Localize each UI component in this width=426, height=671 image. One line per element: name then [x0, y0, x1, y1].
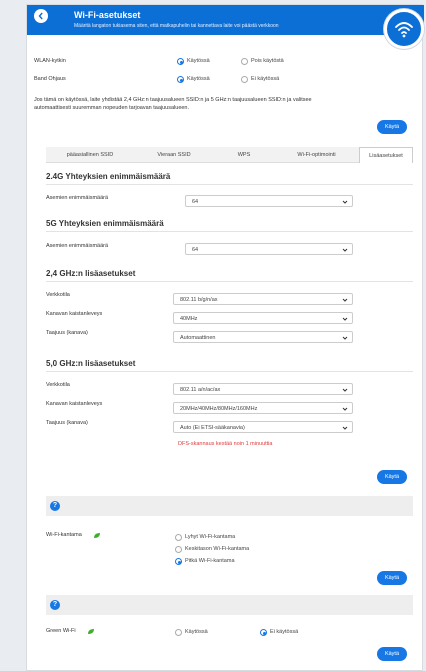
- band-on-label: Käytössä: [187, 76, 210, 82]
- band-on-radio[interactable]: [177, 76, 184, 83]
- settings-page: Wi-Fi-asetukset Määritä langaton tukiase…: [26, 4, 424, 671]
- wlan-off-label: Pois käytöstä: [251, 58, 284, 64]
- band-off-label: Ei käytössä: [251, 76, 280, 82]
- green-wifi-label: Green Wi-Fi: [46, 628, 76, 634]
- wlan-on-label: Käytössä: [187, 58, 210, 64]
- page-subtitle: Määritä langaton tukiasema siten, että m…: [74, 23, 279, 29]
- wlan-off-radio[interactable]: [241, 58, 248, 65]
- page-title: Wi-Fi-asetukset: [74, 10, 141, 20]
- tab-wifi-optimization[interactable]: Wi-Fi-optimointi: [274, 147, 359, 163]
- apply-button-range[interactable]: Käytä: [377, 571, 407, 585]
- adv-24-bw-select[interactable]: 40MHz: [173, 312, 353, 324]
- chevron-down-icon: [342, 200, 348, 204]
- wifi-icon: [384, 9, 424, 49]
- adv-5-bw-value: 20MHz/40MHz/80MHz/160MHz: [180, 406, 258, 412]
- green-wifi-bar: ?: [46, 595, 413, 615]
- adv-5-channel-label: Taajuus (kanava): [46, 420, 88, 426]
- wifi-range-long-radio[interactable]: [175, 558, 182, 565]
- adv-24-channel-select[interactable]: Automaattinen: [173, 331, 353, 343]
- adv-24-channel-value: Automaattinen: [180, 335, 216, 341]
- max-24-label: Asemien enimmäismäärä: [46, 195, 109, 201]
- wifi-range-medium-radio[interactable]: [175, 546, 182, 553]
- wlan-on-radio[interactable]: [177, 58, 184, 65]
- chevron-down-icon: [342, 317, 348, 321]
- chevron-left-icon: [38, 12, 43, 20]
- max-24-select[interactable]: 64: [185, 195, 353, 207]
- adv-5-channel-select[interactable]: Auto (Ei ETSI-sääkanavia): [173, 421, 353, 433]
- wlan-switch-label: WLAN-kytkin: [34, 58, 66, 64]
- chevron-down-icon: [342, 426, 348, 430]
- tab-guest-ssid[interactable]: Vieraan SSID: [134, 147, 214, 163]
- chevron-down-icon: [342, 336, 348, 340]
- divider: [46, 371, 413, 372]
- back-button[interactable]: [34, 9, 48, 23]
- max-24-value: 64: [192, 199, 199, 205]
- green-wifi-off-label: Ei käytössä: [270, 629, 299, 635]
- apply-button-advanced[interactable]: Käytä: [377, 470, 407, 484]
- help-icon[interactable]: ?: [50, 501, 60, 511]
- adv-24-mode-select[interactable]: 802.11 b/g/n/ax: [173, 293, 353, 305]
- adv-24-channel-label: Taajuus (kanava): [46, 330, 88, 336]
- wifi-range-long-label: Pitkä Wi-Fi-kantama: [185, 558, 235, 564]
- wifi-range-label: Wi-Fi-kantama: [46, 532, 82, 538]
- green-wifi-on-radio[interactable]: [175, 629, 182, 636]
- band-description-line-1: Jos tämä on käytössä, laite yhdistää 2,4…: [34, 97, 312, 103]
- adv-24-mode-value: 802.11 b/g/n/ax: [180, 297, 218, 303]
- adv-5-bw-select[interactable]: 20MHz/40MHz/80MHz/160MHz: [173, 402, 353, 414]
- adv-24-bw-label: Kanavan kaistanleveys: [46, 311, 103, 317]
- tab-wps[interactable]: WPS: [214, 147, 274, 163]
- leaf-icon: [94, 533, 100, 538]
- dfs-warning: DFS-skannaus kestää noin 1 minuuttia: [178, 441, 273, 447]
- max-5-select[interactable]: 64: [185, 243, 353, 255]
- adv-5-channel-value: Auto (Ei ETSI-sääkanavia): [180, 425, 245, 431]
- tab-main-ssid[interactable]: pääasiallinen SSID: [46, 147, 134, 163]
- wifi-range-short-radio[interactable]: [175, 534, 182, 541]
- green-wifi-off-radio[interactable]: [260, 629, 267, 636]
- adv-24-mode-label: Verkkotila: [46, 292, 70, 298]
- wifi-range-short-label: Lyhyt Wi-Fi-kantama: [185, 534, 236, 540]
- adv-24-bw-value: 40MHz: [180, 316, 198, 322]
- divider: [46, 281, 413, 282]
- adv-5-mode-label: Verkkotila: [46, 382, 70, 388]
- adv-24-title: 2,4 GHz:n lisäasetukset: [46, 269, 136, 278]
- adv-5-mode-value: 802.11 a/n/ac/ax: [180, 387, 221, 393]
- band-steering-label: Band Ohjaus: [34, 76, 66, 82]
- max-24-title: 2.4G Yhteyksien enimmäismäärä: [46, 172, 171, 181]
- green-wifi-on-label: Käytössä: [185, 629, 208, 635]
- chevron-down-icon: [342, 388, 348, 392]
- settings-tabs: pääasiallinen SSID Vieraan SSID WPS Wi-F…: [46, 147, 413, 163]
- max-5-label: Asemien enimmäismäärä: [46, 243, 109, 249]
- max-5-value: 64: [192, 247, 199, 253]
- header-bar: Wi-Fi-asetukset Määritä langaton tukiase…: [27, 5, 424, 35]
- chevron-down-icon: [342, 248, 348, 252]
- adv-5-mode-select[interactable]: 802.11 a/n/ac/ax: [173, 383, 353, 395]
- apply-button-green[interactable]: Käytä: [377, 647, 407, 661]
- help-icon[interactable]: ?: [50, 600, 60, 610]
- band-off-radio[interactable]: [241, 76, 248, 83]
- tab-advanced[interactable]: Lisäasetukset: [359, 147, 413, 163]
- divider: [46, 231, 413, 232]
- band-description-line-2: automaattisesti suuremman nopeuden tarjo…: [34, 105, 190, 111]
- apply-button-band[interactable]: Käytä: [377, 120, 407, 134]
- divider: [46, 184, 413, 185]
- chevron-down-icon: [342, 298, 348, 302]
- leaf-icon: [88, 629, 94, 634]
- adv-5-bw-label: Kanavan kaistanleveys: [46, 401, 103, 407]
- max-5-title: 5G Yhteyksien enimmäismäärä: [46, 219, 164, 228]
- adv-5-title: 5,0 GHz:n lisäasetukset: [46, 359, 136, 368]
- chevron-down-icon: [342, 407, 348, 411]
- wifi-range-medium-label: Keskitason Wi-Fi-kantama: [185, 546, 250, 552]
- wifi-range-bar: ?: [46, 496, 413, 516]
